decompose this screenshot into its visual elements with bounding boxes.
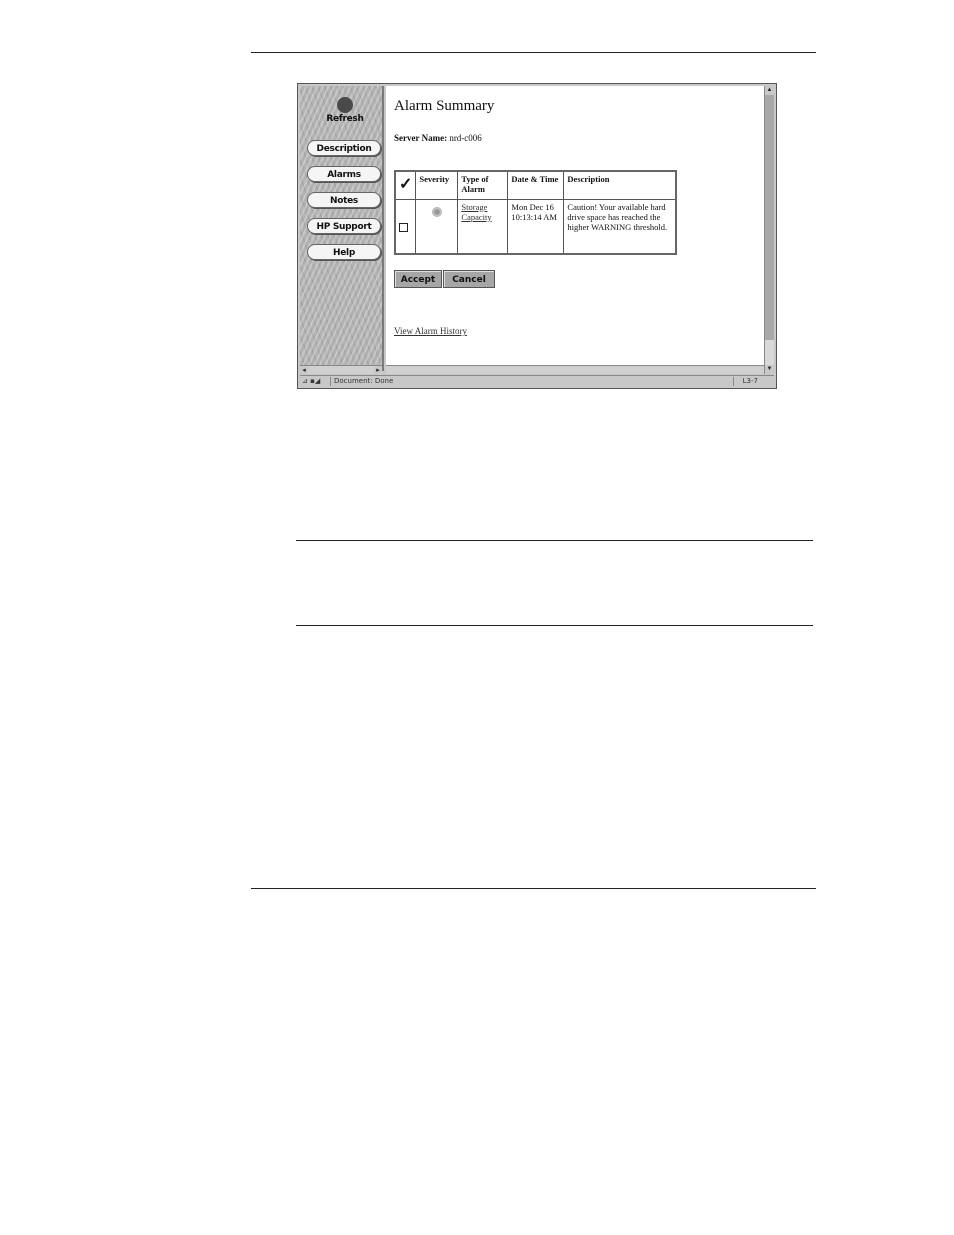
status-text: Document: Done: [334, 377, 394, 385]
content-vertical-scrollbar[interactable]: ▲ ▼: [764, 86, 774, 374]
nav-hp-support-button[interactable]: HP Support: [307, 218, 381, 234]
cancel-button[interactable]: Cancel: [443, 270, 495, 288]
refresh-icon: [337, 97, 353, 113]
scroll-right-icon[interactable]: ▸: [374, 366, 382, 374]
nav-notes-button[interactable]: Notes: [307, 192, 381, 208]
table-header-row: ✓ Severity Type of Alarm Date & Time Des…: [394, 170, 677, 200]
scroll-left-icon[interactable]: ◂: [300, 366, 308, 374]
scroll-up-icon[interactable]: ▲: [765, 86, 774, 95]
description-cell: Caution! Your available hard drive space…: [563, 198, 677, 255]
nav-alarms-button[interactable]: Alarms: [307, 166, 381, 182]
date-cell: Mon Dec 16 10:13:14 AM: [507, 198, 565, 255]
refresh-button[interactable]: Refresh: [320, 94, 370, 128]
page-rule-middle-2: [296, 625, 813, 626]
refresh-label: Refresh: [326, 114, 364, 124]
row-checkbox[interactable]: [399, 222, 408, 232]
view-alarm-history-link[interactable]: View Alarm History: [394, 326, 467, 336]
server-name-label: Server Name:: [394, 133, 448, 143]
page-rule-top: [251, 52, 816, 53]
nav-description-button[interactable]: Description: [307, 140, 381, 156]
alarm-type-link[interactable]: Storage Capacity: [461, 202, 491, 222]
page-title: Alarm Summary: [394, 98, 495, 114]
column-header-date: Date & Time: [507, 170, 565, 200]
server-name-value: nrd-c006: [449, 133, 482, 143]
status-divider: [330, 377, 331, 386]
nav-frame: Refresh Description Alarms Notes HP Supp…: [300, 86, 384, 371]
column-header-description: Description: [563, 170, 677, 200]
status-bar: ⊿ ▪◢ Document: Done L3-7: [300, 375, 774, 387]
server-name-line: Server Name: nrd-c006: [394, 133, 482, 143]
checkmark-icon: ✓: [394, 170, 417, 200]
content-horizontal-scrollbar[interactable]: [386, 365, 764, 374]
page-rule-bottom: [251, 888, 816, 889]
scroll-thumb[interactable]: [765, 95, 774, 340]
severity-cell: [415, 198, 459, 255]
status-security-icon: ⊿ ▪◢: [302, 377, 321, 385]
accept-button[interactable]: Accept: [394, 270, 442, 288]
severity-icon: [431, 206, 442, 217]
column-header-type: Type of Alarm: [457, 170, 509, 200]
nav-help-button[interactable]: Help: [307, 244, 381, 260]
row-checkbox-cell: [394, 198, 417, 255]
alarm-table: ✓ Severity Type of Alarm Date & Time Des…: [394, 170, 677, 255]
status-divider: [733, 377, 734, 386]
content-frame: Alarm Summary Server Name: nrd-c006 ✓ Se…: [386, 86, 764, 371]
status-zone: L3-7: [742, 377, 758, 385]
column-header-severity: Severity: [415, 170, 459, 200]
browser-window: Refresh Description Alarms Notes HP Supp…: [297, 83, 777, 389]
nav-horizontal-scrollbar[interactable]: ◂ ▸: [300, 365, 382, 374]
page-rule-middle-1: [296, 540, 813, 541]
type-cell: Storage Capacity: [457, 198, 509, 255]
scroll-down-icon[interactable]: ▼: [765, 365, 774, 374]
table-row: Storage Capacity Mon Dec 16 10:13:14 AM …: [394, 198, 677, 255]
